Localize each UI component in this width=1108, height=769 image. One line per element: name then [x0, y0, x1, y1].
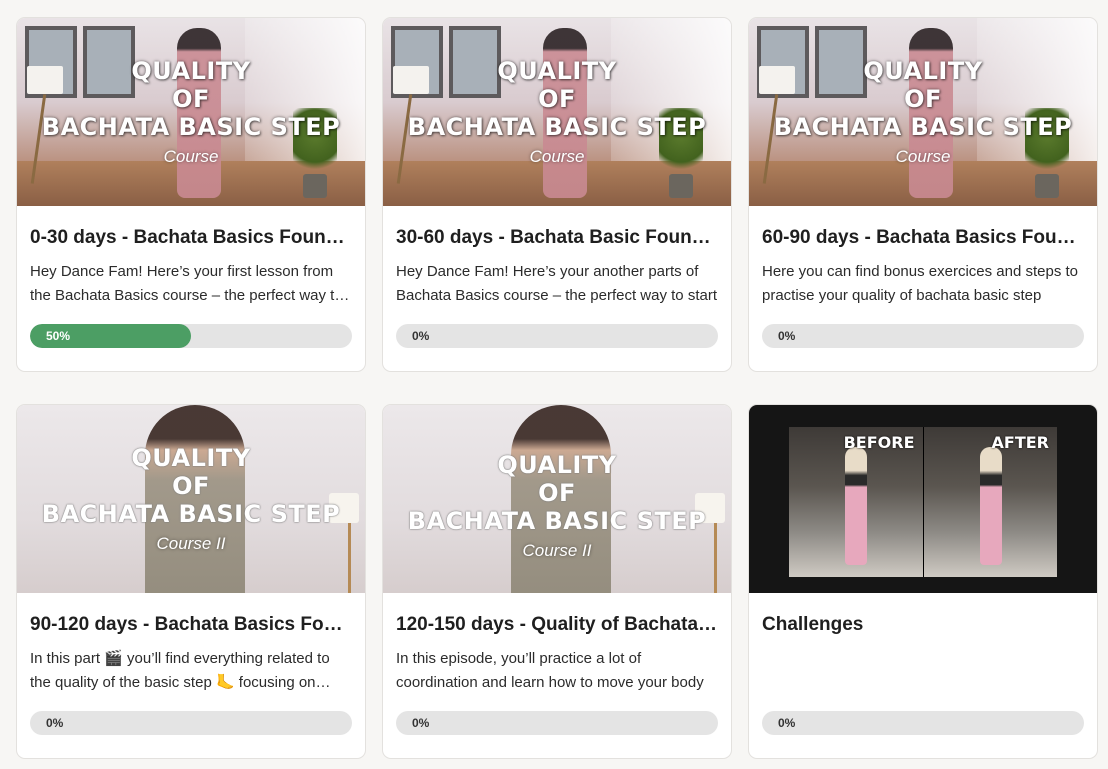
- card-description: Here you can find bonus exercices and st…: [762, 263, 1079, 304]
- card-title[interactable]: 60-90 days - Bachata Basics Foundations: [762, 226, 1084, 250]
- course-card[interactable]: QUALITY OF BACHATA BASIC STEP Course 60-…: [748, 17, 1098, 372]
- progress-bar: 0%: [762, 711, 1084, 735]
- card-title[interactable]: 90-120 days - Bachata Basics Foundations: [30, 613, 352, 637]
- course-thumbnail[interactable]: QUALITY OF BACHATA BASIC STEP Course: [17, 18, 365, 206]
- before-label: BEFORE: [843, 433, 915, 452]
- thumbnail-title-line: OF: [904, 85, 942, 113]
- card-description: In this part 🎬 you’ll find everything re…: [30, 650, 330, 691]
- dancer-figure: [979, 447, 1002, 565]
- card-body: 120-150 days - Quality of Bachata Basic …: [383, 613, 731, 695]
- card-body: 90-120 days - Bachata Basics Foundations…: [17, 613, 365, 695]
- thumbnail-title-line: BACHATA BASIC STEP: [407, 113, 707, 141]
- thumbnail-title-line: OF: [172, 85, 210, 113]
- progress-bar: 0%: [396, 324, 718, 348]
- course-thumbnail[interactable]: QUALITY OF BACHATA BASIC STEP Course II: [17, 405, 365, 593]
- thumbnail-subtitle: Course: [529, 147, 585, 166]
- thumbnail-title-line: BACHATA BASIC STEP: [41, 500, 341, 528]
- thumbnail-title-line: QUALITY: [131, 444, 251, 472]
- thumbnail-overlay: QUALITY OF BACHATA BASIC STEP Course: [749, 18, 1097, 206]
- before-panel: BEFORE: [789, 427, 924, 577]
- before-after-image: BEFORE AFTER: [789, 427, 1057, 577]
- thumbnail-subtitle: Course: [163, 147, 219, 166]
- thumbnail-title-line: OF: [538, 479, 576, 507]
- thumbnail-title-line: QUALITY: [863, 57, 983, 85]
- progress-bar: 0%: [396, 711, 718, 735]
- thumbnail-title-line: BACHATA BASIC STEP: [773, 113, 1073, 141]
- course-card[interactable]: QUALITY OF BACHATA BASIC STEP Course II …: [382, 404, 732, 759]
- thumbnail-subtitle: Course: [895, 147, 951, 166]
- thumbnail-title-line: QUALITY: [497, 57, 617, 85]
- card-description: [762, 647, 1084, 695]
- after-panel: AFTER: [923, 427, 1057, 577]
- thumbnail-title-line: BACHATA BASIC STEP: [41, 113, 341, 141]
- course-thumbnail[interactable]: QUALITY OF BACHATA BASIC STEP Course II: [383, 405, 731, 593]
- thumbnail-overlay: QUALITY OF BACHATA BASIC STEP Course: [383, 18, 731, 206]
- course-thumbnail[interactable]: QUALITY OF BACHATA BASIC STEP Course: [749, 18, 1097, 206]
- course-card[interactable]: QUALITY OF BACHATA BASIC STEP Course 30-…: [382, 17, 732, 372]
- card-description: In this episode, you’ll practice a lot o…: [396, 650, 704, 691]
- thumbnail-title-line: QUALITY: [497, 451, 617, 479]
- course-card[interactable]: QUALITY OF BACHATA BASIC STEP Course 0-3…: [16, 17, 366, 372]
- course-card[interactable]: QUALITY OF BACHATA BASIC STEP Course II …: [16, 404, 366, 759]
- thumbnail-title-line: QUALITY: [131, 57, 251, 85]
- card-description: Hey Dance Fam! Here’s your another parts…: [396, 263, 717, 304]
- after-label: AFTER: [991, 433, 1049, 452]
- card-title[interactable]: Challenges: [762, 613, 1084, 637]
- card-title[interactable]: 0-30 days - Bachata Basics Foundations: [30, 226, 352, 250]
- card-body: Challenges: [749, 613, 1097, 695]
- progress-label: 0%: [778, 329, 796, 343]
- card-description: Hey Dance Fam! Here’s your first lesson …: [30, 263, 343, 304]
- card-body: 0-30 days - Bachata Basics Foundations H…: [17, 226, 365, 308]
- progress-bar: 50%: [30, 324, 352, 348]
- thumbnail-overlay: QUALITY OF BACHATA BASIC STEP Course II: [383, 405, 731, 593]
- thumbnail-title-line: OF: [538, 85, 576, 113]
- course-grid: QUALITY OF BACHATA BASIC STEP Course 0-3…: [16, 17, 1098, 759]
- thumbnail-title-line: BACHATA BASIC STEP: [407, 507, 707, 535]
- thumbnail-overlay: QUALITY OF BACHATA BASIC STEP Course: [17, 18, 365, 206]
- card-body: 60-90 days - Bachata Basics Foundations …: [749, 226, 1097, 308]
- progress-label: 50%: [46, 329, 71, 343]
- course-card[interactable]: BEFORE AFTER Challenges 0%: [748, 404, 1098, 759]
- card-body: 30-60 days - Bachata Basic Foundations H…: [383, 226, 731, 308]
- card-title[interactable]: 120-150 days - Quality of Bachata Basic …: [396, 613, 718, 637]
- progress-bar: 0%: [30, 711, 352, 735]
- card-title[interactable]: 30-60 days - Bachata Basic Foundations: [396, 226, 718, 250]
- course-thumbnail[interactable]: QUALITY OF BACHATA BASIC STEP Course: [383, 18, 731, 206]
- dancer-figure: [845, 447, 867, 565]
- progress-label: 0%: [46, 716, 64, 730]
- progress-label: 0%: [412, 716, 430, 730]
- progress-bar: 0%: [762, 324, 1084, 348]
- thumbnail-subtitle: Course II: [522, 541, 592, 560]
- progress-label: 0%: [412, 329, 430, 343]
- course-thumbnail[interactable]: BEFORE AFTER: [749, 405, 1097, 593]
- thumbnail-title-line: OF: [172, 472, 210, 500]
- progress-label: 0%: [778, 716, 796, 730]
- thumbnail-overlay: QUALITY OF BACHATA BASIC STEP Course II: [17, 405, 365, 593]
- thumbnail-subtitle: Course II: [156, 534, 226, 553]
